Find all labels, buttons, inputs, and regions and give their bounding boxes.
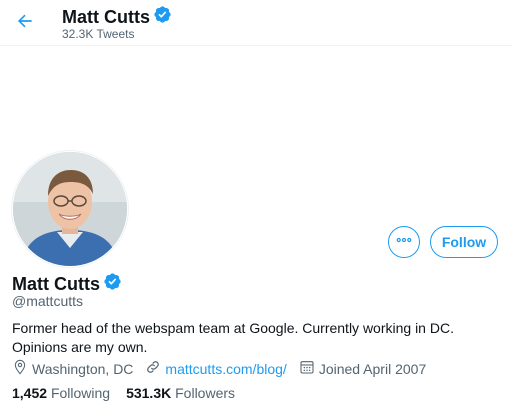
profile-joined: Joined April 2007 <box>299 359 426 378</box>
header-name: Matt Cutts <box>62 6 150 27</box>
following-link[interactable]: 1,452 Following <box>12 385 110 401</box>
tweet-count: 32.3K Tweets <box>62 27 135 41</box>
profile-header-bar: Matt Cutts 32.3K Tweets <box>0 0 512 46</box>
followers-label: Followers <box>175 385 236 401</box>
following-label: Following <box>50 385 111 401</box>
followers-link[interactable]: 531.3K Followers <box>126 385 235 401</box>
display-name: Matt Cutts <box>12 273 100 294</box>
profile-location: Washington, DC <box>12 359 133 378</box>
verified-badge-icon <box>153 5 172 29</box>
profile-meta: Washington, DC mattcutts.com/blog/ Joine… <box>12 359 438 378</box>
profile-stats: 1,452 Following 531.3K Followers <box>12 385 251 401</box>
website-link[interactable]: mattcutts.com/blog/ <box>165 361 286 377</box>
profile-bio: Former head of the webspam team at Googl… <box>12 320 454 355</box>
profile-website: mattcutts.com/blog/ <box>145 359 287 378</box>
arrow-left-icon <box>15 11 35 36</box>
following-count: 1,452 <box>12 385 48 401</box>
calendar-icon <box>299 359 319 378</box>
location-text: Washington, DC <box>32 360 134 377</box>
followers-count: 531.3K <box>126 385 172 401</box>
header-title: Matt Cutts <box>62 5 172 29</box>
more-options-button[interactable] <box>388 226 420 258</box>
joined-text: Joined April 2007 <box>318 360 427 377</box>
follow-button[interactable]: Follow <box>430 226 498 258</box>
location-pin-icon <box>12 359 32 378</box>
profile-handle: @mattcutts <box>12 293 84 309</box>
ellipsis-icon <box>395 231 413 254</box>
link-icon <box>145 359 165 378</box>
verified-badge-icon <box>103 272 122 296</box>
avatar[interactable] <box>12 151 128 267</box>
back-button[interactable] <box>8 6 42 40</box>
